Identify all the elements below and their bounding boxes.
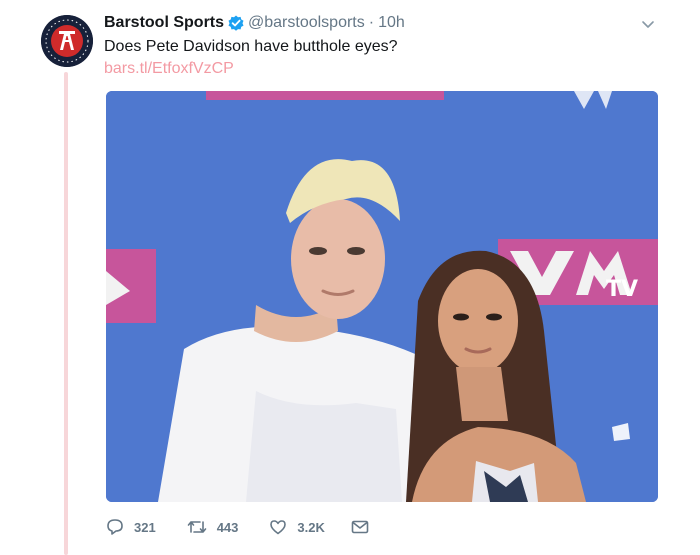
tweet-photo[interactable]: TV: [106, 91, 658, 502]
thread-line: [64, 72, 68, 555]
timestamp[interactable]: 10h: [378, 14, 405, 32]
handle[interactable]: @barstoolsports: [248, 14, 365, 32]
retweet-icon: [187, 518, 207, 536]
verified-badge-icon: [228, 15, 244, 31]
barstool-logo: [41, 15, 93, 67]
svg-text:TV: TV: [606, 277, 638, 302]
reply-icon: [106, 518, 124, 536]
tweet-actions: 321 443 3.2K: [106, 516, 369, 538]
like-count: 3.2K: [297, 519, 325, 535]
avatar[interactable]: [41, 15, 93, 67]
retweet-button[interactable]: 443: [187, 518, 239, 536]
display-name[interactable]: Barstool Sports: [104, 14, 224, 32]
separator: ·: [368, 14, 375, 31]
tweet-link[interactable]: bars.tl/EtfoxfVzCP: [104, 60, 234, 78]
reply-button[interactable]: 321: [106, 518, 156, 536]
tweet-text: Does Pete Davidson have butthole eyes?: [104, 38, 398, 55]
like-button[interactable]: 3.2K: [269, 518, 325, 536]
retweet-count: 443: [216, 519, 239, 535]
heart-icon: [269, 518, 287, 536]
direct-message-button[interactable]: [351, 519, 369, 535]
envelope-icon: [351, 519, 369, 535]
reply-count: 321: [134, 519, 156, 535]
chevron-down-icon[interactable]: [640, 16, 656, 32]
photo-illustration: TV: [106, 91, 658, 502]
tweet-header: Barstool Sports @barstoolsports · 10h: [104, 13, 405, 33]
